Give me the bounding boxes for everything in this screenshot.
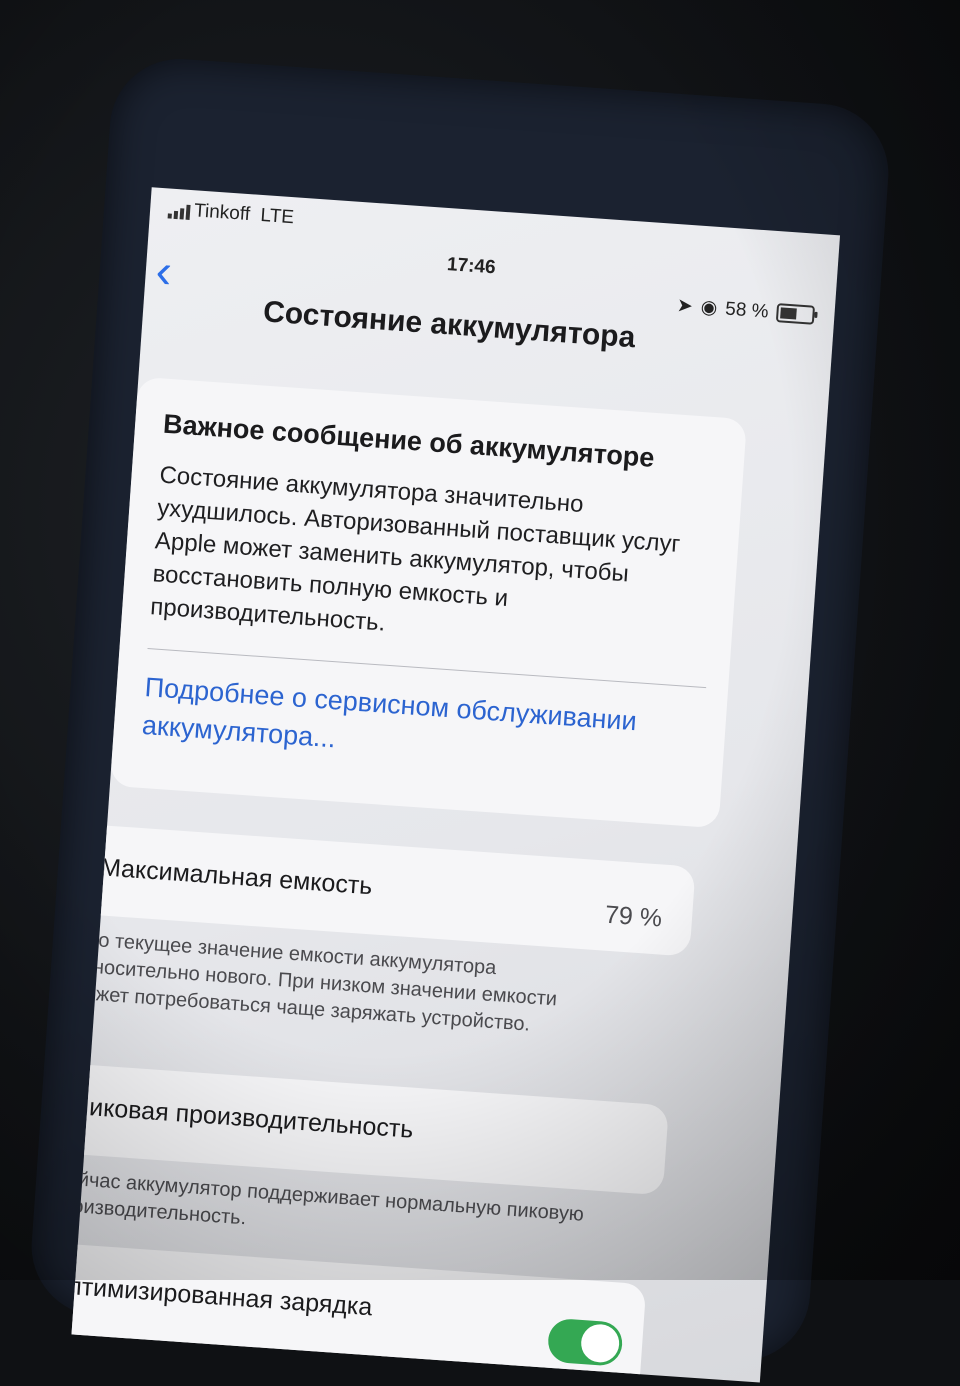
status-right-group: ➤ ◉ 58 % <box>676 294 816 327</box>
phone-screen: Tinkoff LTE 17:46 ➤ ◉ 58 % ‹ Состояние а… <box>71 187 841 1383</box>
battery-percent: 58 % <box>724 298 770 323</box>
status-bar: Tinkoff LTE 17:46 ➤ ◉ 58 % <box>149 187 840 325</box>
service-info-link[interactable]: Подробнее о сервисном обслуживании аккум… <box>141 668 665 780</box>
optimized-charging-toggle[interactable] <box>546 1317 624 1367</box>
chevron-left-icon[interactable]: ‹ <box>154 245 174 299</box>
signal-strength-icon <box>167 202 191 220</box>
peak-performance-label: Пиковая производительность <box>71 1091 415 1144</box>
page-title: Состояние аккумулятора <box>262 295 637 355</box>
max-capacity-value: 79 % <box>604 900 663 933</box>
battery-icon <box>775 303 816 325</box>
max-capacity-label: Максимальная емкость <box>99 853 374 901</box>
toggle-knob <box>579 1323 621 1364</box>
important-message-card: Важное сообщение об аккумуляторе Состоян… <box>109 376 747 829</box>
network-type: LTE <box>259 204 295 229</box>
status-time: 17:46 <box>446 254 497 279</box>
location-icon: ➤ <box>676 295 694 318</box>
optimized-charging-row: Оптимизированная зарядка <box>71 1241 647 1383</box>
phone-body: Tinkoff LTE 17:46 ➤ ◉ 58 % ‹ Состояние а… <box>27 54 893 1383</box>
orientation-lock-icon: ◉ <box>700 296 719 319</box>
message-body: Состояние аккумулятора значительно ухудш… <box>149 461 682 637</box>
carrier-name: Tinkoff LTE <box>193 200 295 229</box>
optimized-charging-label: Оптимизированная зарядка <box>71 1270 374 1322</box>
